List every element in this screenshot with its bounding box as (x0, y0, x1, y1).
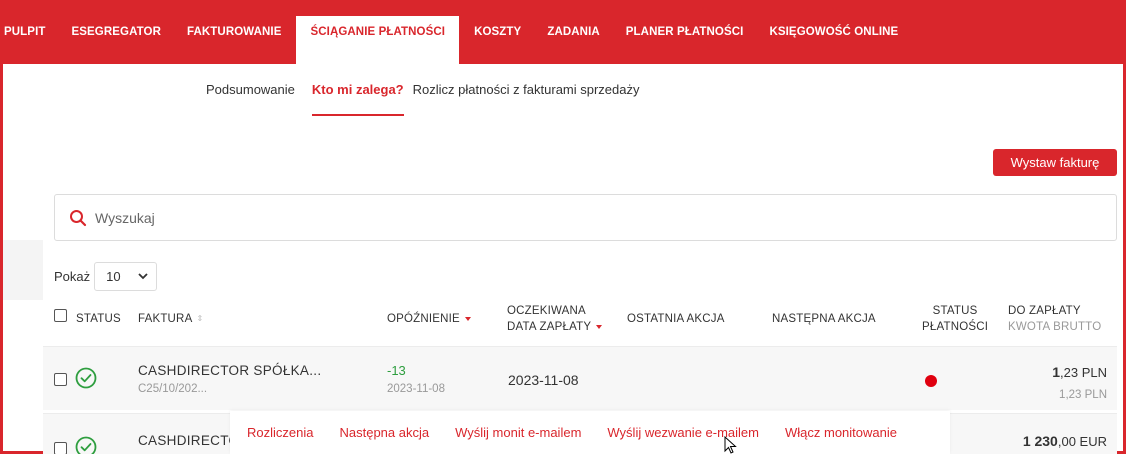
left-strip (3, 240, 43, 300)
table-row[interactable]: CASHDIRECTOR SPÓŁKA... C25/10/202... -13… (43, 346, 1117, 410)
nav-item-koszty[interactable]: KOSZTY (461, 0, 534, 64)
row-amount-gross: 1,23 PLN (1059, 389, 1107, 401)
row-checkbox[interactable] (54, 442, 67, 454)
action-settlements[interactable]: Rozliczenia (247, 425, 313, 440)
top-nav: PULPIT ESEGREGATOR FAKTUROWANIE ŚCIĄGANI… (0, 0, 1126, 64)
nav-item-pulpit[interactable]: PULPIT (0, 0, 59, 64)
header-to-pay: DO ZAPŁATY KWOTA BRUTTO (1008, 305, 1102, 333)
header-last-action: OSTATNIA AKCJA (627, 313, 725, 325)
subtabs: Podsumowanie Kto mi zalega? Rozlicz płat… (206, 82, 657, 116)
table-header: STATUS FAKTURA ⇕ OPÓŹNIENIE OCZEKIWANA DA… (54, 300, 1117, 346)
nav-item-sciaganie-platnosci[interactable]: ŚCIĄGANIE PŁATNOŚCI (296, 16, 460, 64)
row-delay: -13 (387, 363, 406, 378)
row-delay-date: 2023-11-08 (387, 383, 445, 395)
header-status: STATUS (76, 313, 121, 325)
sort-desc-icon (596, 324, 603, 329)
row-amount: 1,23 PLN (1052, 364, 1107, 380)
row-amount: 1 230,00 EUR (1022, 433, 1107, 449)
sort-desc-icon (464, 316, 471, 321)
page-size-select[interactable]: 10 (94, 262, 158, 291)
nav-item-esegregator[interactable]: ESEGREGATOR (59, 0, 175, 64)
chevron-down-icon (138, 273, 148, 280)
search-icon (70, 209, 87, 226)
header-invoice[interactable]: FAKTURA ⇕ (138, 311, 203, 327)
row-invoice-number: C25/10/202... (138, 383, 208, 395)
header-expected-date[interactable]: OCZEKIWANA DATA ZAPŁATY (507, 303, 603, 335)
check-circle-icon (75, 367, 97, 389)
nav-item-fakturowanie[interactable]: FAKTUROWANIE (174, 0, 294, 64)
row-checkbox[interactable] (54, 373, 67, 386)
nav-item-zadania[interactable]: ZADANIA (534, 0, 612, 64)
header-payment-status: STATUS PŁATNOŚCI (922, 305, 989, 333)
action-next-action[interactable]: Następna akcja (339, 425, 429, 440)
page-size-value: 10 (106, 269, 121, 284)
mouse-cursor-icon (724, 436, 737, 454)
tab-podsumowanie[interactable]: Podsumowanie (206, 82, 303, 116)
action-send-reminder-email[interactable]: Wyślij monit e-mailem (455, 425, 581, 440)
row-expected-date: 2023-11-08 (508, 372, 579, 388)
nav-item-planer-platnosci[interactable]: PLANER PŁATNOŚCI (613, 0, 757, 64)
tab-kto-mi-zalega[interactable]: Kto mi zalega? (311, 82, 404, 116)
search-box (54, 194, 1117, 241)
tab-rozlicz-platnosci[interactable]: Rozlicz płatności z fakturami sprzedaży (413, 82, 648, 116)
payment-status-dot (925, 375, 937, 387)
check-circle-icon (75, 436, 97, 454)
header-delay[interactable]: OPÓŹNIENIE (387, 311, 471, 327)
select-all-checkbox[interactable] (54, 309, 67, 322)
page-size-label: Pokaż (54, 269, 91, 284)
row-contractor-name[interactable]: CASHDIRECTOR SPÓŁKA... (138, 363, 321, 378)
action-enable-monitoring[interactable]: Włącz monitowanie (785, 425, 897, 440)
search-input[interactable] (95, 209, 495, 226)
sort-icon: ⇕ (196, 313, 204, 323)
header-next-action: NASTĘPNA AKCJA (772, 313, 876, 325)
issue-invoice-button[interactable]: Wystaw fakturę (993, 149, 1117, 176)
nav-item-ksiegowosc-online[interactable]: KSIĘGOWOŚĆ ONLINE (756, 0, 911, 64)
bulk-action-bar: Rozliczenia Następna akcja Wyślij monit … (230, 411, 950, 454)
page-size: Pokaż 10 (54, 262, 158, 291)
